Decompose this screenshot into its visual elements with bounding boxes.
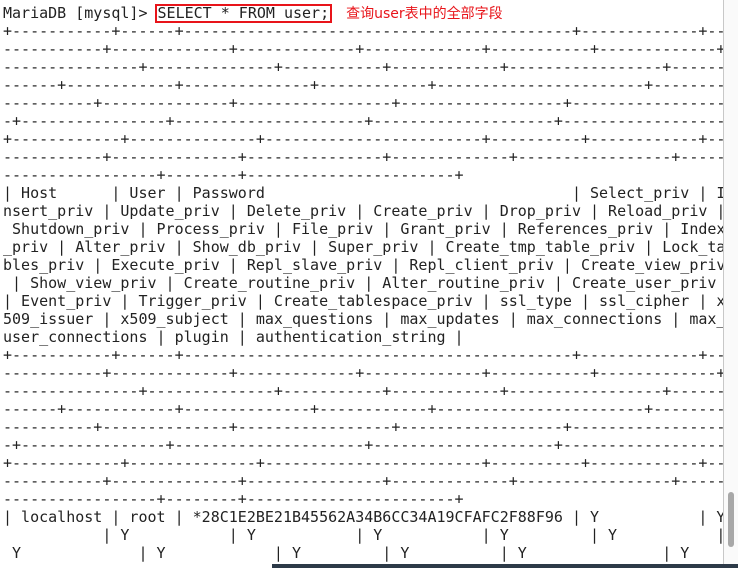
prompt: MariaDB [mysql]>	[3, 4, 157, 22]
table-border-line: +-----------+------+--------------------…	[3, 22, 725, 40]
taskbar-strip	[272, 564, 738, 568]
table-border-line: ------+------------+--------------+-----…	[3, 400, 725, 418]
table-header-line: user_connections | plugin | authenticati…	[3, 328, 464, 346]
terminal-output: MariaDB [mysql]> SELECT * FROM user; 查询us…	[3, 4, 725, 568]
table-header-line: | Host | User | Password | Select_priv |…	[3, 184, 725, 202]
table-border-line: -----------+--------------+-------------…	[3, 472, 725, 490]
table-row-line: | localhost | root | *28C1E2BE21B45562A3…	[3, 508, 725, 526]
scrollbar-thumb[interactable]	[728, 492, 734, 547]
table-row-line: | Y | Y | Y | Y | Y |	[3, 526, 725, 544]
query-result-table: +-----------+------+--------------------…	[3, 22, 725, 562]
table-border-line: +------------+--------------+-----------…	[3, 454, 725, 472]
table-border-line: ---------------+--------------+---------…	[3, 58, 725, 76]
command-highlight-box: SELECT * FROM user;	[154, 4, 333, 23]
table-border-line: ------+------------+--------------+-----…	[3, 76, 725, 94]
table-header-line: | Event_priv | Trigger_priv | Create_tab…	[3, 292, 725, 310]
table-border-line: -----------------+--------+-------------…	[3, 166, 464, 184]
table-header-line: Shutdown_priv | Process_priv | File_priv…	[3, 220, 725, 238]
table-row-line: Y | Y | Y | Y | Y | Y	[3, 544, 725, 562]
table-border-line: ----------+--------------+--------------…	[3, 418, 725, 436]
command-text: SELECT * FROM user;	[157, 4, 330, 22]
table-border-line: +-----------+------+--------------------…	[3, 346, 725, 364]
table-border-line: +------------+--------------+-----------…	[3, 130, 725, 148]
prompt-line: MariaDB [mysql]> SELECT * FROM user; 查询us…	[3, 4, 725, 23]
table-border-line: ----------+--------------+--------------…	[3, 94, 725, 112]
table-header-line: bles_priv | Execute_priv | Repl_slave_pr…	[3, 256, 725, 274]
annotation-text: 查询user表中的全部字段	[346, 6, 503, 22]
table-border-line: -----------+-------------+-------------+…	[3, 364, 725, 382]
table-header-line: 509_issuer | x509_subject | max_question…	[3, 310, 725, 328]
table-border-line: -----------+--------------+-------------…	[3, 148, 725, 166]
table-border-line: ---------------+--------------+---------…	[3, 382, 725, 400]
vertical-scrollbar[interactable]	[724, 0, 738, 568]
table-border-line: -----------------+--------+-------------…	[3, 490, 464, 508]
table-header-line: _priv | Alter_priv | Show_db_priv | Supe…	[3, 238, 725, 256]
table-header-line: nsert_priv | Update_priv | Delete_priv |…	[3, 202, 725, 220]
table-border-line: -+----------------+---------------------…	[3, 112, 725, 130]
table-header-line: | Show_view_priv | Create_routine_priv |…	[3, 274, 725, 292]
table-border-line: -+----------------+---------------------…	[3, 436, 725, 454]
table-border-line: -----------+-------------+-------------+…	[3, 40, 725, 58]
